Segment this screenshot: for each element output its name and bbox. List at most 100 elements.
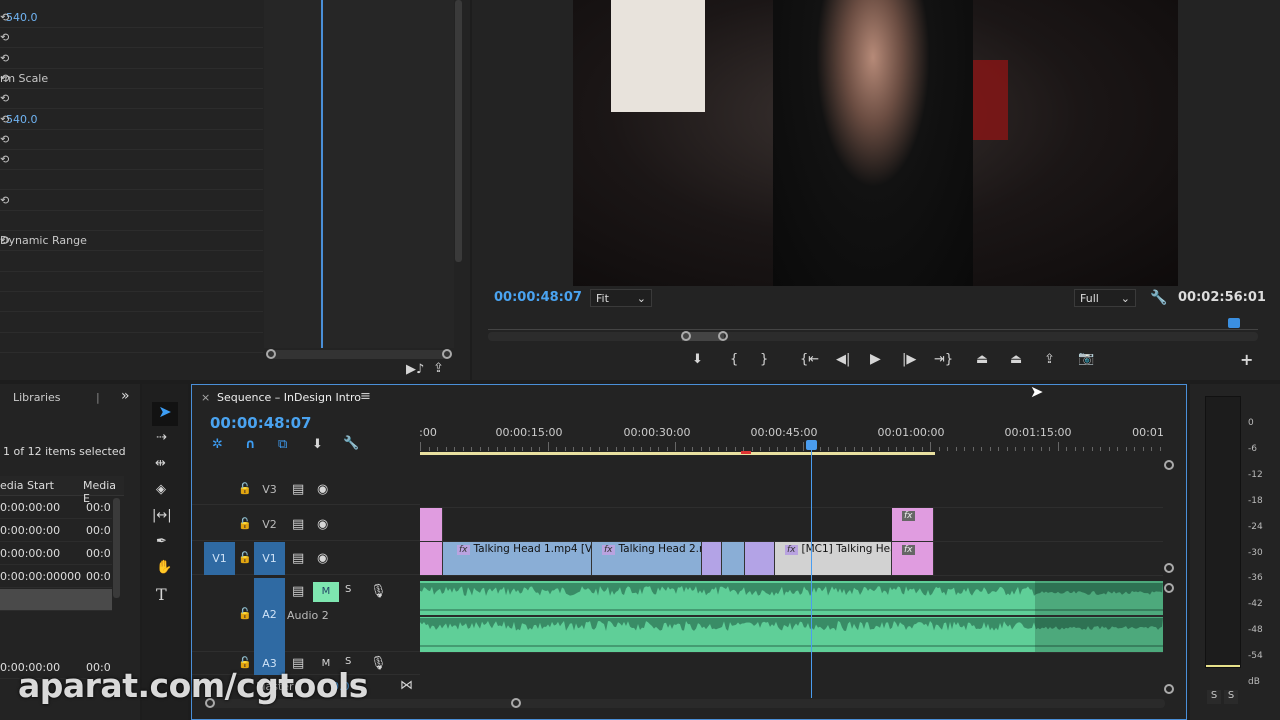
panel-menu-icon[interactable]: ≡ [360, 389, 371, 404]
zoom-level-select[interactable]: Fit ⌄ [590, 289, 652, 307]
hand-tool-icon[interactable]: ✋ [156, 560, 172, 575]
monitor-playhead[interactable] [1228, 318, 1240, 328]
monitor-zoom-bar[interactable] [488, 331, 1258, 341]
project-scrollbar[interactable] [113, 498, 120, 598]
reset-parameter-icon[interactable]: ⟲ [0, 234, 9, 247]
go-to-out-icon[interactable]: ⇥} [934, 352, 953, 367]
add-button-icon[interactable]: + [1240, 350, 1253, 369]
project-item-row[interactable]: 0:00:00:00 00:0 [0, 497, 112, 519]
lock-icon[interactable]: 🔓 [238, 551, 252, 564]
nest-icon[interactable]: ✲ [212, 437, 223, 452]
effect-scrollbar[interactable] [455, 0, 462, 262]
project-item-row[interactable]: 0:00:00:00 00:0 [0, 520, 112, 542]
step-forward-icon[interactable]: |▶ [902, 352, 916, 367]
sync-lock-icon[interactable]: ▤ [292, 584, 304, 599]
solo-button[interactable]: S [345, 656, 351, 667]
reset-parameter-icon[interactable]: ⟲ [0, 153, 9, 166]
timeline-a-scroll-bottom[interactable] [1164, 684, 1174, 694]
v1-clip-pink-end[interactable]: fx [892, 542, 934, 575]
solo-button[interactable]: S [345, 584, 351, 595]
close-tab-icon[interactable]: × [201, 391, 210, 404]
timeline-v-scroll-top[interactable] [1164, 460, 1174, 470]
tab-sequence[interactable]: Sequence – InDesign Intro [217, 391, 361, 404]
reset-parameter-icon[interactable]: ⟲ [0, 31, 9, 44]
a2-audio-clip[interactable] [420, 581, 1163, 652]
microphone-icon[interactable]: 🎙 [370, 584, 387, 599]
lock-icon[interactable]: 🔓 [238, 517, 252, 530]
source-patch-v1[interactable]: V1 [204, 542, 235, 575]
v1-clip-purple[interactable] [702, 542, 722, 575]
project-item-row[interactable]: 0:00:00:00 00:0 [0, 543, 112, 565]
project-item-row[interactable]: 0:00:00:00000 00:0 [0, 566, 112, 588]
playback-resolution-select[interactable]: Full ⌄ [1074, 289, 1136, 307]
solo-right-button[interactable]: S [1224, 690, 1238, 704]
v1-clip-blue[interactable] [722, 542, 745, 575]
type-tool-icon[interactable]: T [156, 585, 167, 604]
track-target-v2[interactable]: V2 [254, 508, 285, 541]
reset-parameter-icon[interactable]: ⟲ [0, 52, 9, 65]
property-value[interactable]: 540.0 [6, 113, 38, 126]
step-back-icon[interactable]: ◀| [836, 352, 850, 367]
eye-icon[interactable]: ◉ [317, 482, 328, 497]
mark-in-icon[interactable]: { [730, 352, 738, 367]
track-select-tool-icon[interactable]: ⇢ [156, 430, 167, 445]
reset-parameter-icon[interactable]: ⟲ [0, 133, 9, 146]
go-to-end-icon[interactable]: ⋈ [400, 678, 413, 693]
razor-tool-icon[interactable]: ◈ [156, 482, 166, 497]
slip-tool-icon[interactable]: |↔| [152, 508, 172, 523]
property-value[interactable]: 540.0 [6, 11, 38, 24]
project-item-row[interactable] [0, 589, 112, 611]
eye-icon[interactable]: ◉ [317, 517, 328, 532]
play-audio-only-icon[interactable]: ▶♪ [406, 362, 424, 377]
v2-clip-transition[interactable] [420, 508, 443, 541]
eye-icon[interactable]: ◉ [317, 551, 328, 566]
lock-icon[interactable]: 🔓 [238, 607, 252, 620]
selection-tool-icon[interactable]: ➤ [152, 402, 178, 426]
reset-parameter-icon[interactable]: ⟲ [0, 11, 9, 24]
timeline-a-scroll-top[interactable] [1164, 583, 1174, 593]
snap-icon[interactable]: ∩ [245, 437, 256, 452]
reset-parameter-icon[interactable]: ⟲ [0, 72, 9, 85]
export-icon[interactable]: ⇪ [433, 361, 444, 376]
lock-icon[interactable]: 🔓 [238, 482, 252, 495]
sync-lock-icon[interactable]: ▤ [292, 517, 304, 532]
v1-clip-pink[interactable] [420, 542, 443, 575]
extract-icon[interactable]: ⏏ [1010, 352, 1022, 367]
ripple-edit-tool-icon[interactable]: ⇹ [155, 456, 166, 471]
effect-zoom-scrollbar[interactable] [266, 349, 452, 359]
pen-tool-icon[interactable]: ✒ [156, 534, 167, 549]
linked-selection-icon[interactable]: ⧉ [278, 437, 287, 452]
go-to-in-icon[interactable]: {⇤ [800, 352, 819, 367]
track-target-v3[interactable]: V3 [254, 475, 285, 505]
panel-overflow-icon[interactable]: » [121, 388, 130, 404]
track-target-a2[interactable]: A2 [254, 578, 285, 652]
work-area-bar[interactable] [420, 452, 935, 455]
mark-out-icon[interactable]: } [760, 352, 768, 367]
camera-icon[interactable]: 📷 [1078, 351, 1094, 366]
timeline-v-scroll-mid[interactable] [1164, 563, 1174, 573]
timeline-timecode[interactable]: 00:00:48:07 [210, 414, 312, 432]
add-marker-icon[interactable]: ⬇ [692, 352, 703, 367]
add-marker-icon[interactable]: ⬇ [312, 437, 323, 452]
sync-lock-icon[interactable]: ▤ [292, 551, 304, 566]
mute-button[interactable]: M [313, 582, 339, 602]
track-target-v1[interactable]: V1 [254, 542, 285, 575]
solo-left-button[interactable]: S [1207, 690, 1221, 704]
microphone-icon[interactable]: 🎙 [370, 656, 387, 671]
tab-libraries[interactable]: Libraries [13, 391, 61, 404]
lift-icon[interactable]: ⏏ [976, 352, 988, 367]
program-current-timecode[interactable]: 00:00:48:07 [494, 290, 582, 305]
timeline-playhead[interactable] [805, 440, 817, 698]
reset-parameter-icon[interactable]: ⟲ [0, 113, 9, 126]
column-media-start[interactable]: edia Start [0, 479, 54, 492]
v1-clip-multicam[interactable]: fx[MC1] Talking Head [775, 542, 892, 575]
v1-clip-purple-2[interactable] [745, 542, 775, 575]
export-frame-share-icon[interactable]: ⇪ [1044, 352, 1055, 367]
time-ruler[interactable]: :00 00:00:15:00 00:00:30:00 00:00:45:00 00:0… [419, 420, 1164, 456]
wrench-icon[interactable]: 🔧 [1150, 290, 1167, 306]
effect-playhead[interactable] [321, 0, 323, 348]
play-icon[interactable]: ▶ [870, 351, 881, 367]
v1-clip-talking-head-1[interactable]: fx Talking Head 1.mp4 [V] [443, 542, 592, 575]
v2-clip-graphic[interactable]: fx [892, 508, 934, 541]
v1-clip-talking-head-2[interactable]: fxTalking Head 2.mp4 [592, 542, 702, 575]
